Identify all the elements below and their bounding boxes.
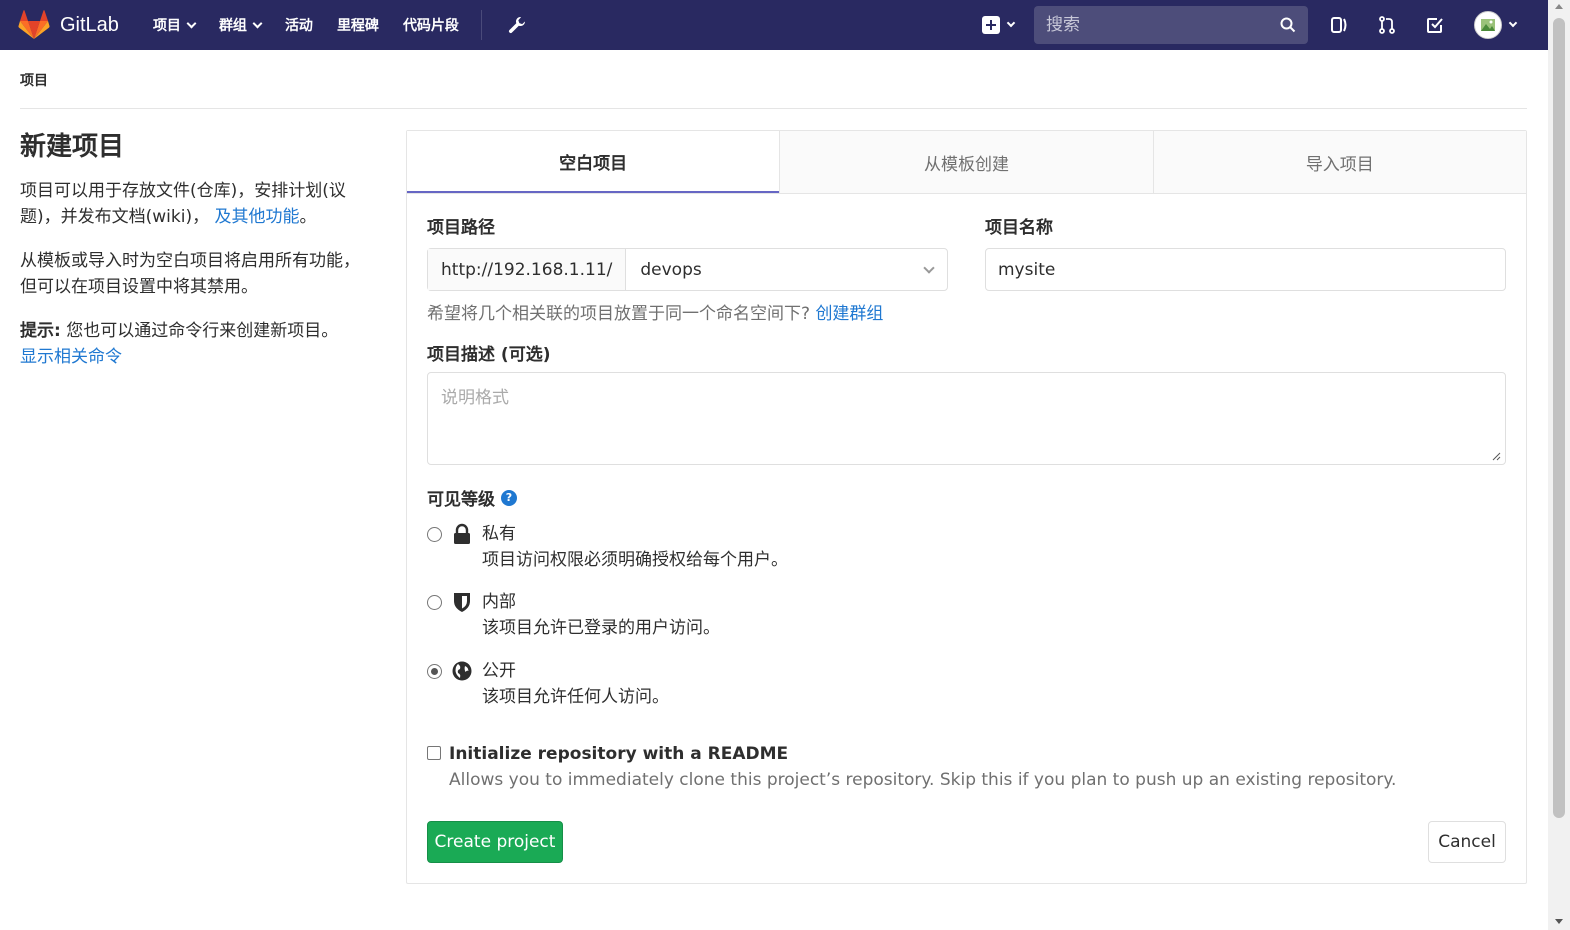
project-path-group: 项目路径 http://192.168.1.11/ devops (427, 213, 948, 291)
todos-button[interactable] (1424, 14, 1446, 36)
brand-name: GitLab (60, 13, 119, 36)
internal-title: 内部 (482, 592, 516, 612)
nav-milestones-label: 里程碑 (336, 18, 379, 34)
tab-create-from-template[interactable]: 从模板创建 (779, 131, 1153, 193)
readme-desc: Allows you to immediately clone this pro… (449, 770, 1397, 790)
intro-end: 。 (299, 207, 317, 227)
internal-desc: 该项目允许已登录的用户访问。 (482, 618, 720, 638)
visibility-label: 可见等级 ? (427, 485, 517, 510)
more-features-link[interactable]: 及其他功能 (215, 207, 300, 227)
public-desc: 该项目允许任何人访问。 (482, 687, 669, 707)
nav-divider (480, 10, 482, 40)
wrench-icon[interactable] (508, 16, 526, 34)
project-name-label: 项目名称 (985, 218, 1053, 238)
visibility-option-private[interactable]: 私有 项目访问权限必须明确授权给每个用户。 (427, 521, 788, 573)
scroll-down-icon[interactable] (1555, 919, 1563, 924)
namespace-help: 希望将几个相关联的项目放置于同一个命名空间下? 创建群组 (427, 299, 883, 324)
resize-grip-icon[interactable] (1491, 451, 1501, 461)
private-title: 私有 (482, 524, 516, 544)
scroll-up-icon[interactable] (1555, 4, 1563, 9)
nav-projects[interactable]: 项目 (152, 15, 197, 35)
nav-groups-label: 群组 (218, 18, 247, 34)
question-circle-icon[interactable]: ? (501, 489, 517, 506)
description-textarea[interactable] (427, 372, 1506, 465)
readme-checkbox[interactable] (427, 746, 441, 760)
chevron-down-icon (186, 18, 197, 28)
readme-option[interactable]: Initialize repository with a README Allo… (427, 741, 1396, 793)
search-box[interactable] (1034, 6, 1308, 44)
project-name-group: 项目名称 (985, 213, 1506, 291)
project-path-input-group: http://192.168.1.11/ devops (427, 248, 948, 291)
page-scrollbar[interactable] (1548, 0, 1570, 930)
chevron-down-icon (1508, 18, 1518, 28)
new-dropdown-button[interactable] (982, 16, 1016, 34)
show-commands-link[interactable]: 显示相关命令 (20, 347, 122, 367)
visibility-option-public[interactable]: 公开 该项目允许任何人访问。 (427, 658, 669, 710)
issues-icon (1331, 17, 1347, 33)
chevron-down-icon (252, 18, 263, 28)
readme-title: Initialize repository with a README (449, 744, 789, 764)
intro-paragraph: 项目可以用于存放文件(仓库)，安排计划(议题)，并发布文档(wiki)， 及其他… (20, 178, 365, 230)
nav-snippets-label: 代码片段 (402, 18, 459, 34)
namespace-select[interactable]: devops (626, 249, 947, 290)
project-name-input[interactable] (985, 248, 1506, 291)
description-label: 项目描述 (可选) (427, 345, 551, 365)
nav-activity-label: 活动 (284, 18, 313, 34)
radio-public[interactable] (427, 664, 442, 679)
tip-paragraph: 提示: 您也可以通过命令行来创建新项目。 显示相关命令 (20, 318, 365, 370)
project-tabs: 空白项目 从模板创建 导入项目 (407, 131, 1526, 194)
scroll-thumb[interactable] (1553, 18, 1565, 818)
merge-requests-button[interactable] (1376, 14, 1398, 36)
nav-groups[interactable]: 群组 (218, 15, 263, 35)
broken-image-icon (1481, 19, 1495, 31)
lock-icon (454, 523, 470, 544)
avatar (1474, 11, 1502, 39)
search-input[interactable] (1046, 15, 1280, 35)
help-text: 希望将几个相关联的项目放置于同一个命名空间下? (427, 304, 811, 324)
visibility-option-internal[interactable]: 内部 该项目允许已登录的用户访问。 (427, 589, 720, 641)
chevron-down-icon (1006, 18, 1016, 28)
radio-private[interactable] (427, 527, 442, 542)
issues-button[interactable] (1328, 14, 1350, 36)
top-navbar: GitLab 项目 群组 活动 里程碑 代码片段 (0, 0, 1548, 50)
globe-icon (452, 661, 472, 681)
nav-projects-label: 项目 (152, 18, 181, 34)
public-title: 公开 (482, 661, 516, 681)
plus-square-icon (982, 16, 1000, 34)
nav-activity[interactable]: 活动 (285, 15, 313, 35)
tab-import-project[interactable]: 导入项目 (1152, 131, 1526, 193)
tip-text: 您也可以通过命令行来创建新项目。 (66, 321, 339, 341)
tip-label: 提示: (20, 321, 61, 341)
nav-milestones[interactable]: 里程碑 (337, 15, 379, 35)
visibility-label-text: 可见等级 (427, 490, 495, 510)
create-project-button[interactable]: Create project (427, 821, 563, 863)
gitlab-logo-icon (18, 10, 50, 39)
search-icon (1280, 17, 1296, 33)
namespace-value: devops (640, 259, 702, 280)
breadcrumb[interactable]: 项目 (20, 70, 48, 90)
todo-icon (1427, 18, 1443, 33)
cancel-button[interactable]: Cancel (1428, 821, 1506, 863)
merge-request-icon (1379, 16, 1395, 34)
new-project-panel: 空白项目 从模板创建 导入项目 项目路径 http://192.168.1.11… (406, 130, 1527, 884)
page-title: 新建项目 (20, 132, 125, 162)
project-path-label: 项目路径 (427, 218, 495, 238)
url-prefix: http://192.168.1.11/ (428, 249, 627, 290)
tab-blank-project[interactable]: 空白项目 (407, 131, 780, 193)
nav-snippets[interactable]: 代码片段 (403, 15, 459, 35)
radio-internal[interactable] (427, 595, 442, 610)
intro-column: 新建项目 项目可以用于存放文件(仓库)，安排计划(议题)，并发布文档(wiki)… (20, 130, 365, 388)
template-note: 从模板或导入时为空白项目将启用所有功能，但可以在项目设置中将其禁用。 (20, 251, 360, 297)
chevron-down-icon (923, 261, 935, 274)
private-desc: 项目访问权限必须明确授权给每个用户。 (482, 550, 788, 570)
user-menu-button[interactable] (1474, 11, 1518, 39)
create-group-link[interactable]: 创建群组 (815, 304, 883, 324)
breadcrumb-divider (20, 108, 1527, 109)
brand-link[interactable]: GitLab (18, 10, 119, 40)
shield-icon (454, 593, 470, 612)
